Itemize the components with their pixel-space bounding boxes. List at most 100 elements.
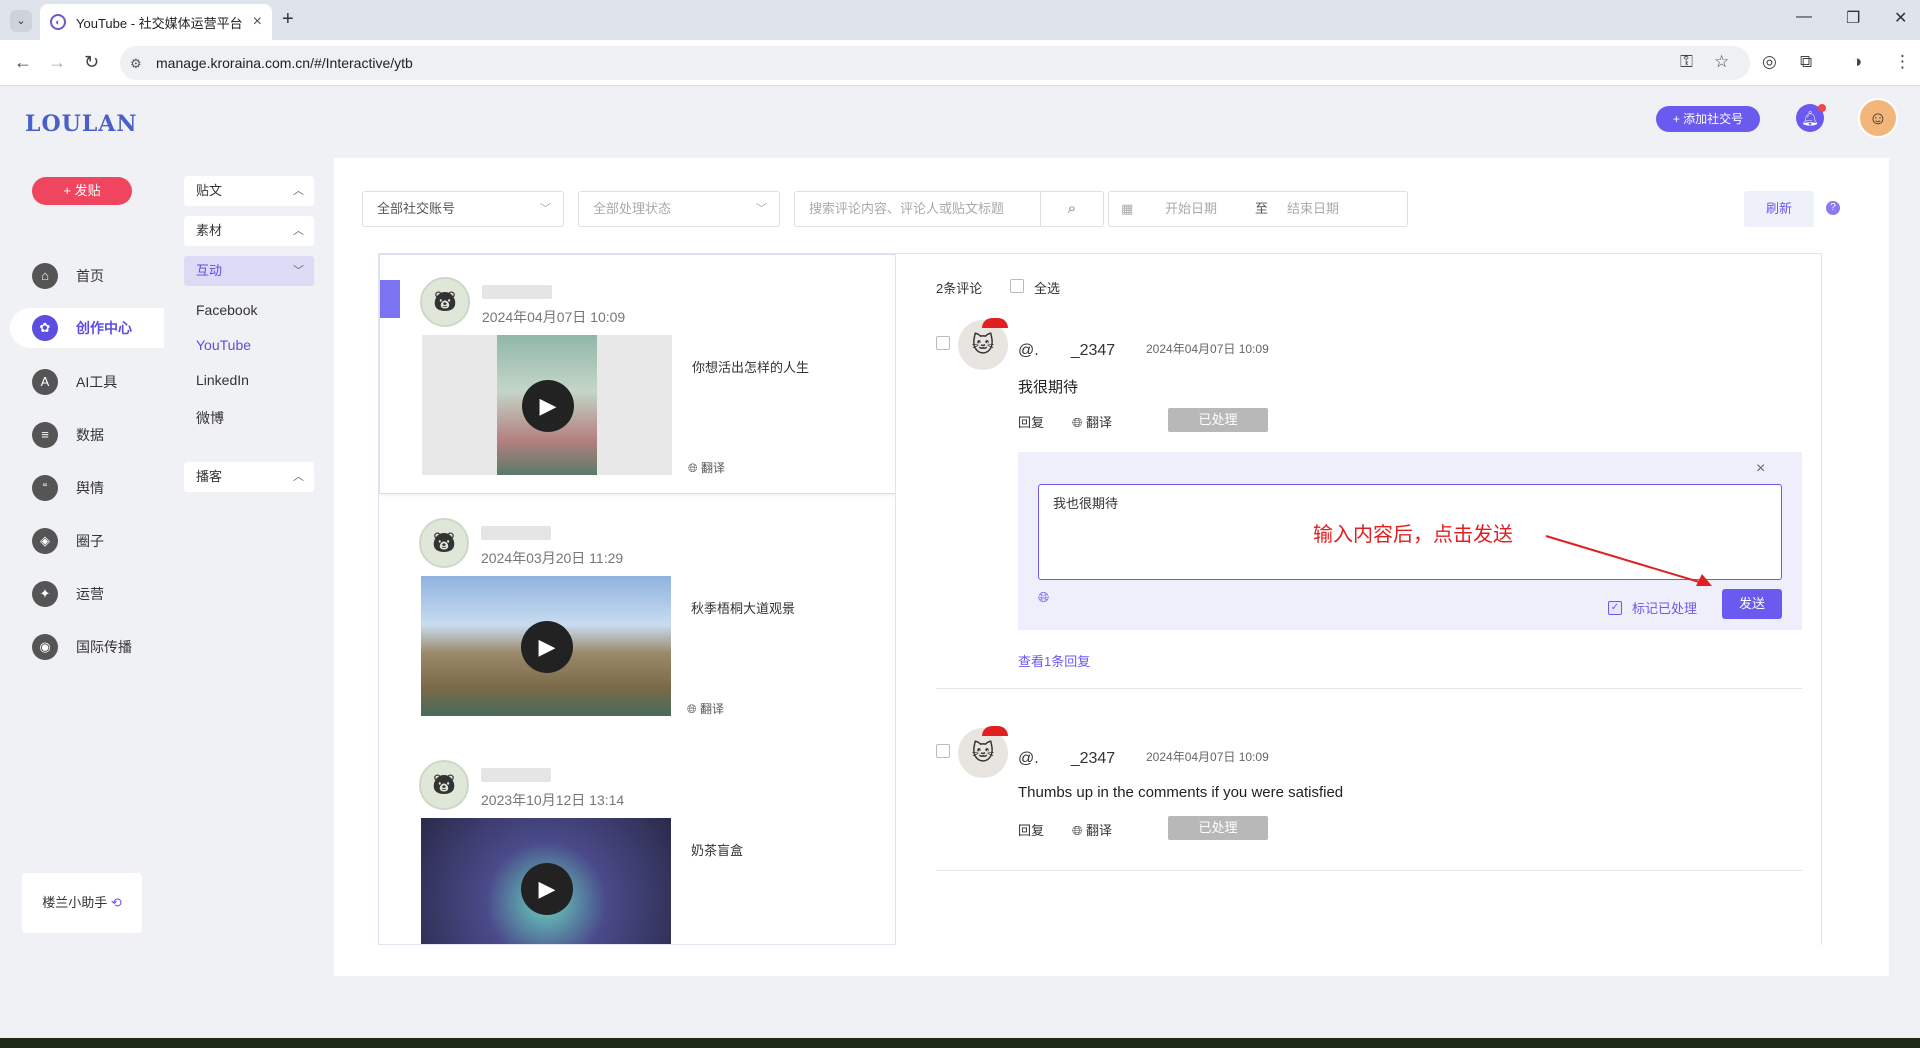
annotation-text: 输入内容后，点击发送 (1313, 524, 1513, 546)
reload-icon[interactable]: ↻ (84, 52, 99, 73)
profile-icon[interactable]: ◑ (1852, 52, 1862, 72)
post-title: 秋季梧桐大道观景 (691, 601, 796, 616)
bookmark-star-icon[interactable]: ☆ (1714, 52, 1729, 72)
chevron-down-icon: ﹀ (756, 203, 767, 215)
translate-link[interactable]: 🌐︎ 翻译 (1072, 820, 1112, 839)
post-button[interactable]: + 发贴 (32, 177, 132, 205)
translate-label: 翻译 (700, 461, 725, 475)
send-button[interactable]: 发送 (1722, 589, 1782, 619)
submenu-group-podcast[interactable]: 播客 ︿ (184, 462, 314, 492)
post-date: 2024年04月07日 10:09 (482, 309, 626, 325)
video-thumbnail[interactable]: ▶ (421, 818, 671, 944)
santa-hat-icon (982, 726, 1008, 736)
back-icon[interactable]: ← (14, 52, 32, 73)
status-select[interactable]: 全部处理状态 ﹀ (578, 191, 780, 227)
group-label: 播客 (196, 469, 223, 484)
restore-icon[interactable]: ❐ (1846, 8, 1860, 28)
nav-item-international[interactable]: ◉ 国际传播 (10, 627, 164, 667)
notification-dot (1818, 104, 1826, 112)
comment-checkbox[interactable] (936, 336, 950, 350)
ai-icon: A (32, 369, 58, 395)
select-all-checkbox[interactable] (1010, 279, 1024, 293)
play-icon[interactable]: ▶ (521, 863, 573, 915)
new-tab-icon[interactable]: + (282, 8, 294, 31)
submenu-group-interaction[interactable]: 互动 ﹀ (184, 256, 314, 286)
nav-item-circles[interactable]: ◈ 圈子 (10, 521, 164, 561)
extensions-puzzle-icon[interactable]: ⧉ (1800, 52, 1812, 72)
nav-item-operations[interactable]: ✦ 运营 (10, 574, 164, 614)
video-thumbnail[interactable]: ▶ (422, 335, 672, 475)
refresh-button[interactable]: 刷新 (1744, 191, 1814, 227)
nav-label: AI工具 (76, 374, 118, 390)
translate-link[interactable]: 🌐︎ 翻译 (1072, 412, 1112, 431)
mark-processed-checkbox[interactable]: ✓ (1608, 601, 1622, 615)
nav-label: 舆情 (76, 480, 104, 496)
end-date-input[interactable]: 结束日期 (1287, 192, 1339, 226)
close-window-icon[interactable]: ✕ (1894, 8, 1907, 28)
database-icon: ≡ (32, 422, 58, 448)
comment-time: 2024年04月07日 10:09 (1146, 342, 1269, 356)
video-thumbnail[interactable]: ▶ (421, 576, 671, 716)
tab-title: YouTube - 社交媒体运营平台 (76, 15, 243, 31)
globe-icon: ◉ (32, 634, 58, 660)
reply-link[interactable]: 回复 (1018, 820, 1044, 839)
nav-item-ai-tools[interactable]: A AI工具 (10, 362, 164, 402)
user-avatar[interactable]: ☺ (1858, 98, 1898, 138)
search-icon[interactable]: ⌕ (1040, 192, 1103, 226)
submenu-group-posts[interactable]: 贴文 ︿ (184, 176, 314, 206)
minimize-icon[interactable]: — (1796, 8, 1812, 26)
nav-item-creation-center[interactable]: ✿ 创作中心 (10, 308, 164, 348)
site-info-icon[interactable]: ⚙ (130, 56, 142, 72)
nav-item-sentiment[interactable]: “ 舆情 (10, 468, 164, 508)
status-badge: 已处理 (1168, 408, 1268, 432)
translate-link[interactable]: 🌐︎ 翻译 (687, 700, 724, 717)
close-icon[interactable]: × (1756, 460, 1765, 478)
logo: LOULAN (25, 111, 138, 137)
quote-icon: “ (32, 475, 58, 501)
submenu-item-linkedin[interactable]: LinkedIn (196, 372, 249, 388)
palette-icon: ✿ (32, 315, 58, 341)
close-tab-icon[interactable]: × (253, 13, 262, 31)
calendar-icon: ▦ (1121, 201, 1134, 216)
submenu-item-weibo[interactable]: 微博 (196, 408, 224, 428)
date-range-picker[interactable]: ▦ 开始日期 至 结束日期 (1108, 191, 1408, 227)
forward-icon[interactable]: → (48, 52, 66, 73)
play-icon[interactable]: ▶ (522, 380, 574, 432)
globe-icon: 🌐︎ (1072, 823, 1083, 838)
play-icon[interactable]: ▶ (521, 621, 573, 673)
tab-list-button[interactable]: ⌄ (10, 10, 32, 32)
nav-item-home[interactable]: ⌂ 首页 (10, 256, 164, 296)
comment-checkbox[interactable] (936, 744, 950, 758)
compass-icon: ◈ (32, 528, 58, 554)
group-label: 素材 (196, 223, 223, 238)
nav-label: 圈子 (76, 533, 104, 549)
start-date-input[interactable]: 开始日期 (1165, 192, 1217, 226)
post-item[interactable]: 🐻︎ 2024年03月20日 11:29 ▶ 秋季梧桐大道观景 🌐︎ 翻译 (379, 496, 895, 736)
password-key-icon[interactable]: ⚿ (1680, 52, 1693, 72)
submenu-group-materials[interactable]: 素材 ︿ (184, 216, 314, 246)
submenu-item-youtube[interactable]: YouTube (196, 337, 251, 353)
extension-circle-icon[interactable]: ◎ (1762, 52, 1777, 72)
commenter-name: @. _2347 (1018, 342, 1116, 359)
post-item[interactable]: 🐻︎ 2023年10月12日 13:14 ▶ 奶茶盲盒 (379, 738, 895, 944)
chevron-down-icon: ﹀ (540, 203, 551, 215)
nav-item-data[interactable]: ≡ 数据 (10, 415, 164, 455)
view-replies-link[interactable]: 查看1条回复 (1018, 651, 1090, 670)
translate-link[interactable]: 🌐︎ 翻译 (688, 459, 725, 476)
mark-processed-label: 标记已处理 (1632, 601, 1698, 616)
home-icon: ⌂ (32, 263, 58, 289)
add-account-button[interactable]: + 添加社交号 (1656, 106, 1760, 132)
submenu-item-facebook[interactable]: Facebook (196, 302, 257, 318)
url-field[interactable]: manage.kroraina.com.cn/#/Interactive/ytb (120, 46, 1750, 80)
translate-globe-icon[interactable]: 🌐︎ (1038, 589, 1049, 606)
chevron-up-icon: ︿ (293, 185, 304, 197)
divider (936, 870, 1802, 871)
assistant-button[interactable]: 楼兰小助手 ⟲ (22, 873, 142, 933)
account-select[interactable]: 全部社交账号 ﹀ (362, 191, 564, 227)
browser-tab[interactable]: ◐ YouTube - 社交媒体运营平台 × (40, 4, 272, 40)
operations-icon: ✦ (32, 581, 58, 607)
post-item[interactable]: 🐻︎ 2024年04月07日 10:09 ▶ 你想活出怎样的人生 🌐︎ 翻译 (379, 254, 895, 494)
browser-menu-icon[interactable]: ⋮ (1894, 52, 1911, 72)
help-icon[interactable]: ? (1826, 201, 1840, 215)
reply-link[interactable]: 回复 (1018, 412, 1044, 431)
